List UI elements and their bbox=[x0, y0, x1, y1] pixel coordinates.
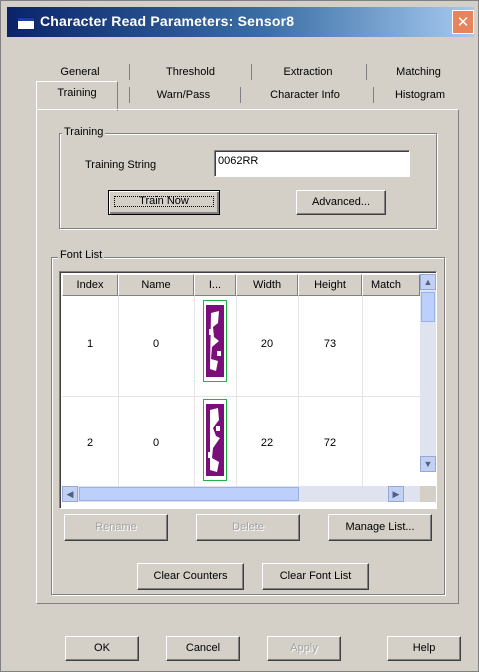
window-icon bbox=[17, 17, 35, 30]
column-header-width[interactable]: Width bbox=[236, 274, 298, 296]
character-image bbox=[203, 399, 227, 481]
title-bar[interactable]: Character Read Parameters: Sensor8 ✕ bbox=[7, 7, 474, 37]
rename-button[interactable]: Rename bbox=[64, 514, 168, 541]
window-title: Character Read Parameters: Sensor8 bbox=[40, 13, 295, 29]
font-list-group-label: Font List bbox=[58, 249, 105, 261]
horizontal-scroll-thumb[interactable] bbox=[79, 487, 299, 501]
font-list-table[interactable]: Index Name I... Width Height Match 1 0 2… bbox=[59, 271, 437, 509]
tab-extraction[interactable]: Extraction bbox=[258, 61, 358, 83]
apply-button[interactable]: Apply bbox=[267, 636, 341, 661]
tab-general[interactable]: General bbox=[45, 61, 115, 83]
column-header-match[interactable]: Match bbox=[362, 274, 420, 296]
tab-matching[interactable]: Matching bbox=[376, 61, 461, 83]
cell-name: 0 bbox=[152, 338, 160, 350]
vertical-scrollbar[interactable]: ▲ ▼ bbox=[420, 274, 436, 472]
vertical-scroll-thumb[interactable] bbox=[421, 292, 435, 322]
character-glyph-icon bbox=[206, 404, 224, 476]
scroll-left-icon[interactable]: ◀ bbox=[62, 486, 78, 502]
scrollbar-corner bbox=[420, 486, 436, 502]
clear-font-list-button[interactable]: Clear Font List bbox=[262, 563, 369, 590]
ok-button[interactable]: OK bbox=[65, 636, 139, 661]
column-header-name[interactable]: Name bbox=[118, 274, 194, 296]
clear-counters-button[interactable]: Clear Counters bbox=[137, 563, 244, 590]
help-button[interactable]: Help bbox=[387, 636, 461, 661]
cell-width: 22 bbox=[260, 437, 274, 449]
tab-separator bbox=[129, 87, 130, 103]
tab-separator bbox=[240, 87, 241, 103]
column-header-index[interactable]: Index bbox=[62, 274, 118, 296]
advanced-button[interactable]: Advanced... bbox=[296, 190, 386, 215]
close-button[interactable]: ✕ bbox=[452, 10, 474, 34]
training-string-input[interactable]: 0062RR bbox=[214, 150, 410, 177]
cell-index: 2 bbox=[86, 437, 94, 449]
tab-separator bbox=[366, 64, 367, 80]
dialog-window: Character Read Parameters: Sensor8 ✕ Gen… bbox=[0, 0, 479, 672]
character-image bbox=[203, 300, 227, 382]
train-now-button[interactable]: Train Now bbox=[108, 190, 220, 215]
tab-threshold[interactable]: Threshold bbox=[142, 61, 239, 83]
grid-line bbox=[118, 296, 119, 486]
scroll-down-icon[interactable]: ▼ bbox=[420, 456, 436, 472]
horizontal-scrollbar[interactable]: ◀ ▶ bbox=[62, 486, 420, 502]
grid-line bbox=[298, 296, 299, 486]
cell-height: 72 bbox=[323, 437, 337, 449]
training-group-label: Training bbox=[62, 126, 106, 138]
cell-index: 1 bbox=[86, 338, 94, 350]
grid-line bbox=[362, 296, 363, 486]
manage-list-button[interactable]: Manage List... bbox=[328, 514, 432, 541]
training-string-label: Training String bbox=[85, 159, 157, 171]
character-glyph-icon bbox=[206, 305, 224, 377]
grid-line bbox=[62, 396, 420, 397]
tab-separator bbox=[251, 64, 252, 80]
grid-line bbox=[236, 296, 237, 486]
grid-line bbox=[194, 296, 195, 486]
delete-button[interactable]: Delete bbox=[196, 514, 300, 541]
tab-character-info[interactable]: Character Info bbox=[245, 84, 365, 106]
scroll-right-icon[interactable]: ▶ bbox=[388, 486, 404, 502]
cell-name: 0 bbox=[152, 437, 160, 449]
cell-width: 20 bbox=[260, 338, 274, 350]
cancel-button[interactable]: Cancel bbox=[166, 636, 240, 661]
tab-training[interactable]: Training bbox=[36, 81, 118, 111]
tab-separator bbox=[129, 64, 130, 80]
scroll-up-icon[interactable]: ▲ bbox=[420, 274, 436, 290]
column-header-height[interactable]: Height bbox=[298, 274, 362, 296]
tab-histogram[interactable]: Histogram bbox=[377, 84, 463, 106]
tab-warn-pass[interactable]: Warn/Pass bbox=[136, 84, 231, 106]
column-header-image[interactable]: I... bbox=[194, 274, 236, 296]
cell-height: 73 bbox=[323, 338, 337, 350]
tab-separator bbox=[373, 87, 374, 103]
